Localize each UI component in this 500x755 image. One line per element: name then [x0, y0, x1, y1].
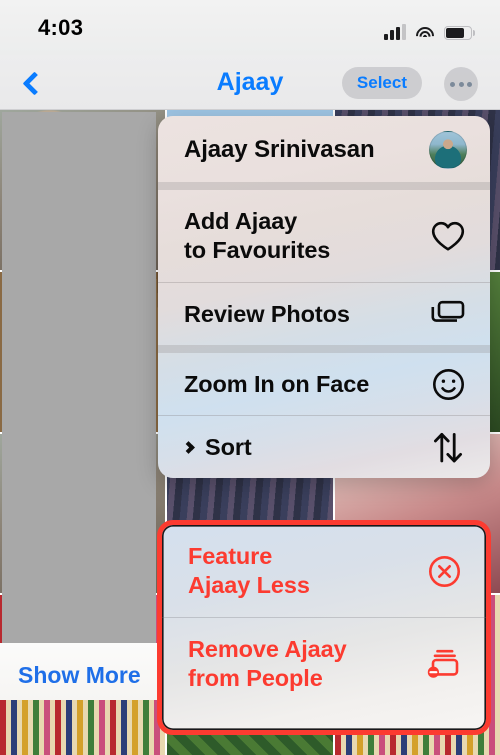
arrow-up-arrow-down-icon: [428, 427, 468, 467]
menu-item-label: Add Ajaay to Favourites: [184, 208, 331, 263]
heart-icon: [428, 216, 468, 256]
menu-item-label: Ajaay Srinivasan: [184, 136, 375, 164]
battery-icon: [444, 26, 475, 40]
page-title: Ajaay: [216, 68, 284, 96]
smiley-face-icon: [428, 364, 468, 404]
cellular-bars-icon: [384, 24, 406, 40]
status-bar: 4:03: [0, 0, 500, 55]
ellipsis-icon: [467, 81, 472, 87]
navigation-bar: Ajaay Select: [0, 55, 500, 110]
ellipsis-icon: [450, 81, 455, 87]
highlighted-destructive-menu-group: Feature Ajaay Less Remove Ajaay from Peo…: [157, 520, 491, 735]
rectangle-stack-badge-minus-icon: [424, 644, 464, 684]
ellipsis-icon: [458, 81, 464, 87]
menu-item-sort[interactable]: Sort: [158, 416, 490, 478]
context-menu: Ajaay Srinivasan Add Ajaay to Favourites…: [158, 116, 490, 478]
menu-item-remove-from-people[interactable]: Remove Ajaay from People: [162, 618, 486, 710]
chevron-right-icon: [182, 440, 195, 454]
xmark-circle-icon: [424, 551, 464, 591]
show-more-button[interactable]: Show More: [18, 662, 141, 689]
back-button[interactable]: [12, 61, 56, 105]
status-bar-time: 4:03: [38, 15, 84, 40]
menu-item-label: Zoom In on Face: [184, 370, 370, 397]
redacted-content-block: [2, 112, 156, 643]
menu-item-label: Review Photos: [184, 300, 350, 327]
wifi-icon: [412, 23, 438, 49]
select-button[interactable]: Select: [341, 67, 422, 99]
menu-item-label: Remove Ajaay from People: [188, 636, 347, 691]
menu-item-label: Sort: [205, 433, 252, 460]
menu-item-zoom-in-on-face[interactable]: Zoom In on Face: [158, 353, 490, 415]
status-bar-icons: [384, 18, 475, 49]
menu-item-label-wrapper: Sort: [182, 433, 418, 462]
menu-item-feature-less[interactable]: Feature Ajaay Less: [162, 525, 486, 617]
menu-item-review-photos[interactable]: Review Photos: [158, 283, 490, 345]
menu-item-label: Feature Ajaay Less: [188, 543, 310, 598]
menu-separator: [158, 182, 490, 190]
menu-item-add-to-favourites[interactable]: Add Ajaay to Favourites: [158, 190, 490, 282]
more-options-button[interactable]: [444, 67, 478, 101]
avatar: [428, 130, 468, 170]
rectangle-stack-icon: [428, 294, 468, 334]
chevron-left-icon: [21, 70, 47, 96]
menu-separator: [158, 345, 490, 353]
menu-item-person-name[interactable]: Ajaay Srinivasan: [158, 116, 490, 182]
